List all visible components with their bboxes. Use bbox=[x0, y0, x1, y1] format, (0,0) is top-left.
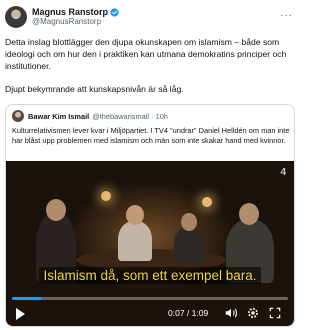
verified-badge-icon bbox=[110, 8, 119, 17]
avatar[interactable] bbox=[5, 6, 27, 28]
video-controls: 0:07 / 1:09 bbox=[6, 305, 294, 323]
gear-icon[interactable] bbox=[246, 306, 260, 320]
author-handle[interactable]: @MagnusRanstorp bbox=[32, 17, 119, 27]
tweet-text: Detta inslag blottlägger den djupa okuns… bbox=[5, 36, 295, 106]
channel-logo: 4 bbox=[280, 167, 286, 178]
video-caption: Islamism då, som ett exempel bara. bbox=[6, 267, 294, 285]
tweet-paragraph: Detta inslag blottlägger den djupa okuns… bbox=[5, 37, 287, 71]
caption-text: Islamism då, som ett exempel bara. bbox=[39, 267, 261, 284]
author-info: Magnus Ranstorp @MagnusRanstorp bbox=[32, 7, 119, 27]
video-time: 0:07 / 1:09 bbox=[168, 308, 209, 318]
quoted-header: Bawar Kim Ismail @thebawarismail · 10h bbox=[12, 110, 168, 122]
quoted-avatar bbox=[12, 110, 24, 122]
video-frame bbox=[6, 161, 294, 326]
fullscreen-icon[interactable] bbox=[268, 306, 282, 320]
quoted-tweet[interactable]: Bawar Kim Ismail @thebawarismail · 10h K… bbox=[5, 104, 295, 327]
progress-fill bbox=[12, 297, 43, 300]
quoted-text: Kulturrelativismen lever kvar i Miljöpar… bbox=[12, 126, 290, 145]
progress-bar[interactable] bbox=[12, 297, 288, 300]
video-player[interactable]: 4 Islamism då, som ett exempel bara. 0:0… bbox=[6, 161, 294, 326]
play-icon[interactable] bbox=[16, 308, 25, 320]
quoted-author-name: Bawar Kim Ismail bbox=[28, 111, 90, 121]
tweet-header: Magnus Ranstorp @MagnusRanstorp ··· bbox=[5, 4, 295, 30]
quoted-author-handle: @thebawarismail · 10h bbox=[92, 111, 168, 121]
tweet-paragraph: Djupt bekymrande att kunskapsnivån är så… bbox=[5, 84, 184, 94]
volume-icon[interactable] bbox=[224, 306, 238, 320]
more-options-icon[interactable]: ··· bbox=[280, 10, 293, 21]
